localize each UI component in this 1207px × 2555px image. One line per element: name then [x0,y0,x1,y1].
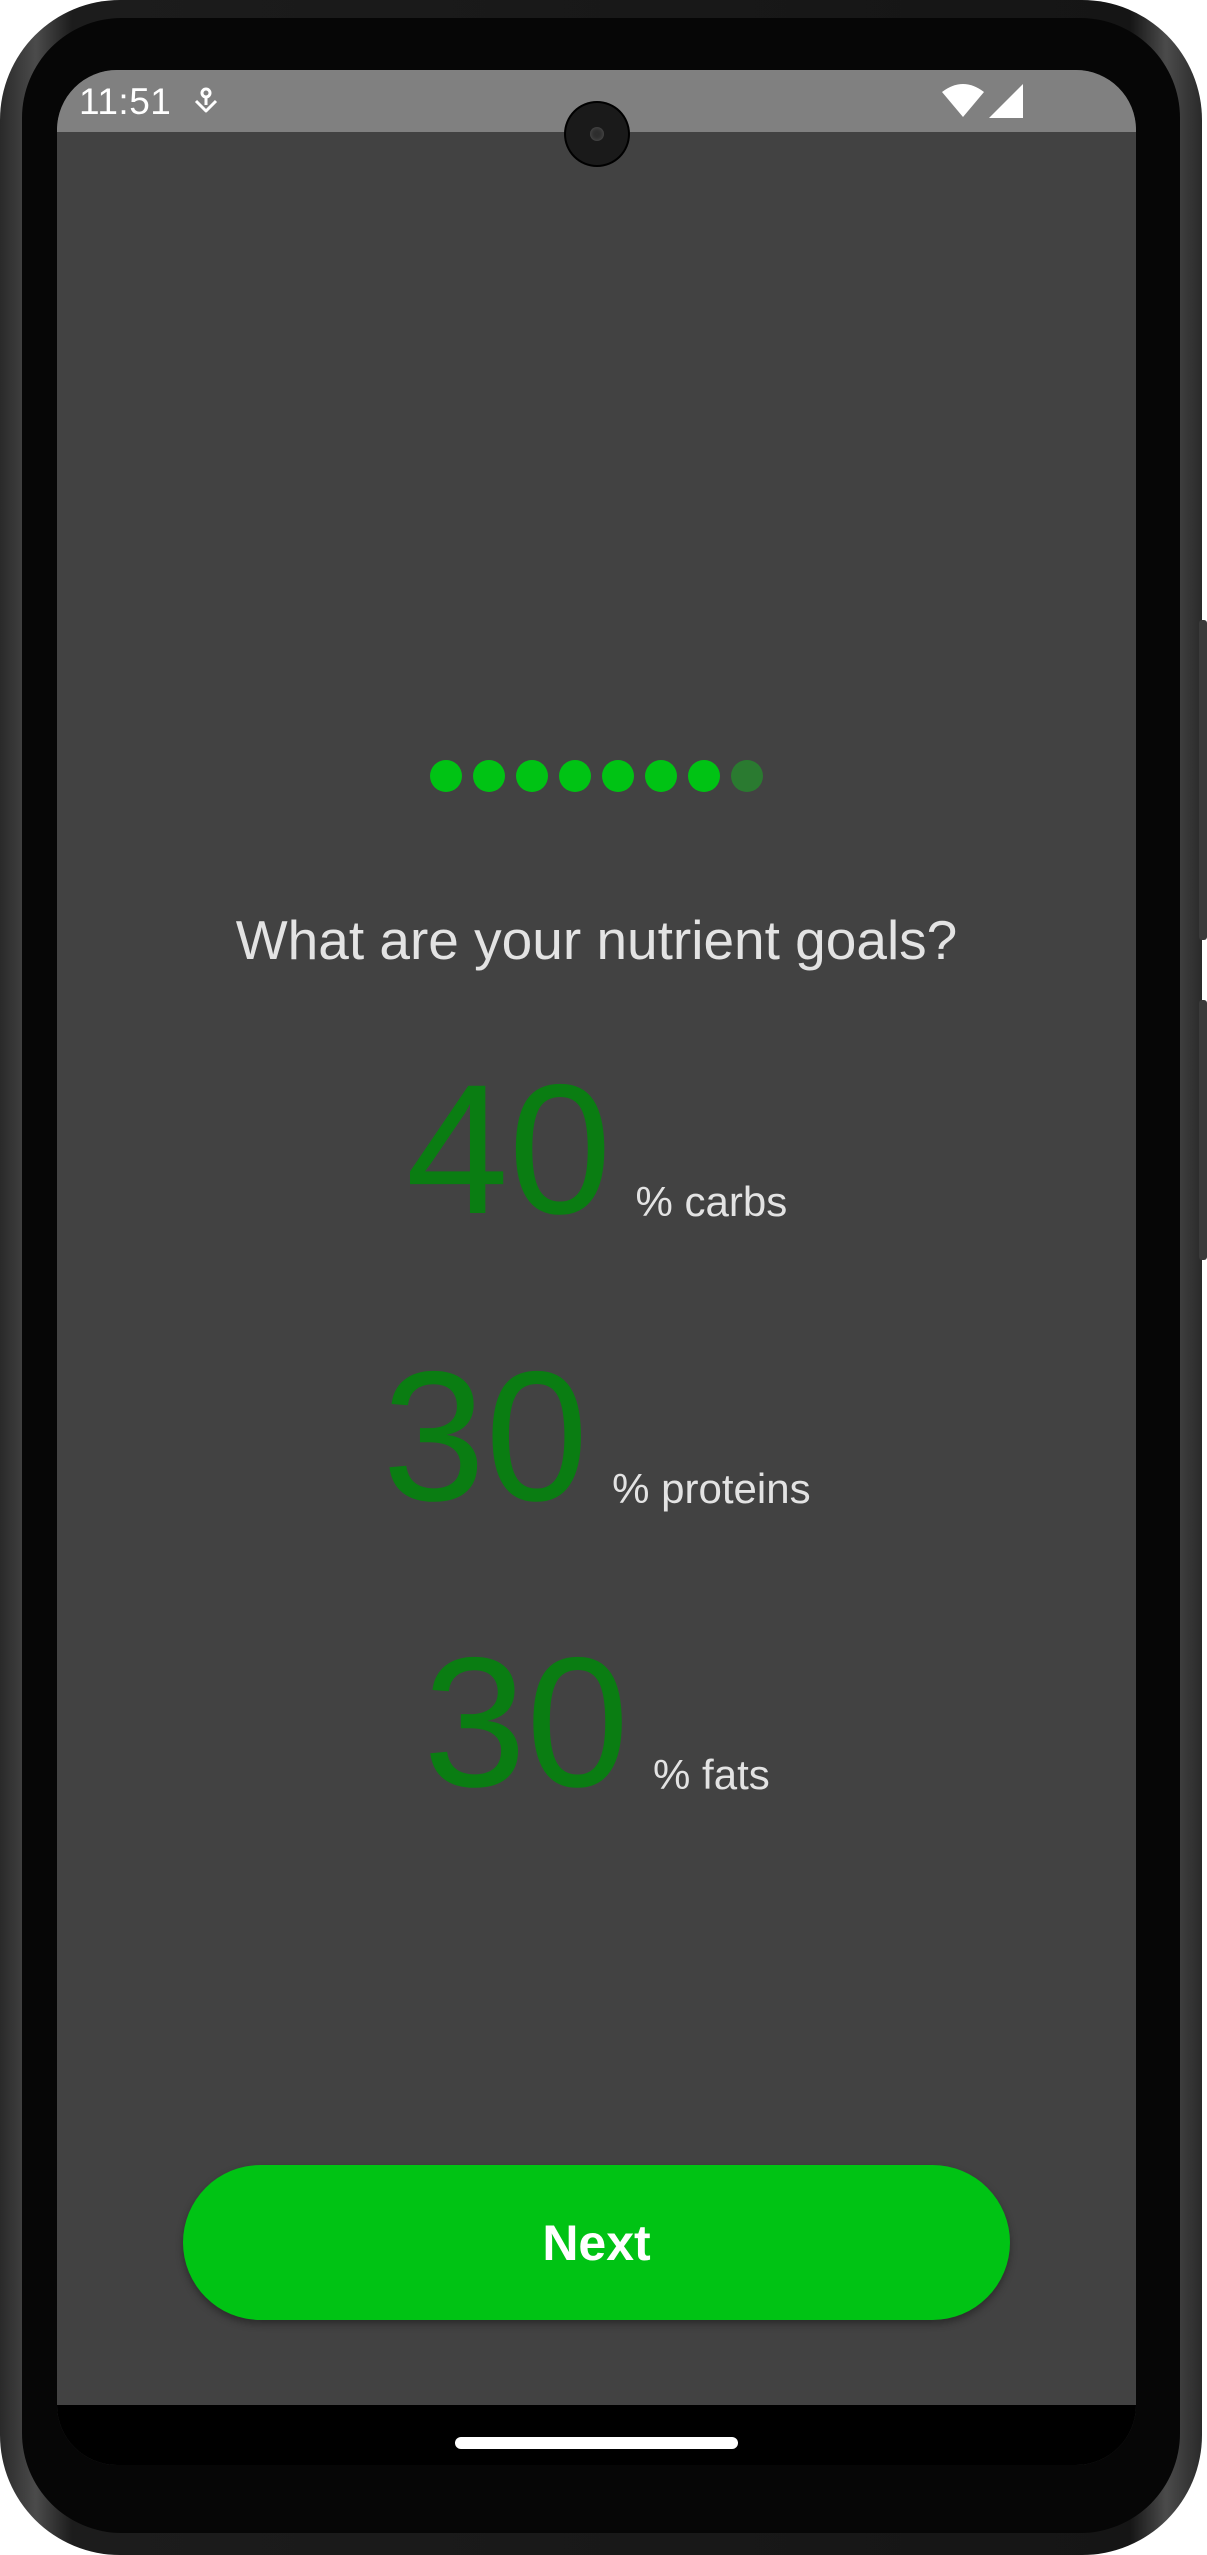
goal-row-proteins[interactable]: 30 % proteins [57,1345,1136,1530]
proteins-value[interactable]: 30 [382,1345,588,1530]
status-time: 11:51 [79,81,172,122]
progress-dot [602,760,634,792]
progress-dot [645,760,677,792]
cell-signal-icon [989,84,1023,118]
home-gesture-handle[interactable] [455,2437,738,2449]
fats-unit-label: % fats [653,1751,770,1798]
navigation-bar [57,2405,1136,2465]
carbs-unit-label: % carbs [635,1178,788,1225]
progress-dot [731,760,763,792]
volume-button [1199,1000,1207,1260]
step-progress-indicator [57,760,1136,792]
fats-value[interactable]: 30 [423,1631,629,1816]
phone-frame: 11:51 What are your nutrient goals? 40 %… [0,0,1207,2555]
progress-dot [473,760,505,792]
proteins-unit-label: % proteins [612,1465,811,1512]
question-title: What are your nutrient goals? [235,909,958,971]
app-screen: 11:51 What are your nutrient goals? 40 %… [57,70,1136,2465]
progress-dot [688,760,720,792]
camera-lens [590,127,604,141]
notification-icon [194,87,218,113]
front-camera [566,103,628,165]
power-button [1199,620,1207,940]
progress-dot [559,760,591,792]
progress-dot [430,760,462,792]
goal-row-carbs[interactable]: 40 % carbs [57,1058,1136,1243]
wifi-icon [942,84,984,117]
carbs-value[interactable]: 40 [406,1058,612,1243]
goal-row-fats[interactable]: 30 % fats [57,1631,1136,1816]
progress-dot [516,760,548,792]
next-button[interactable]: Next [183,2165,1010,2320]
